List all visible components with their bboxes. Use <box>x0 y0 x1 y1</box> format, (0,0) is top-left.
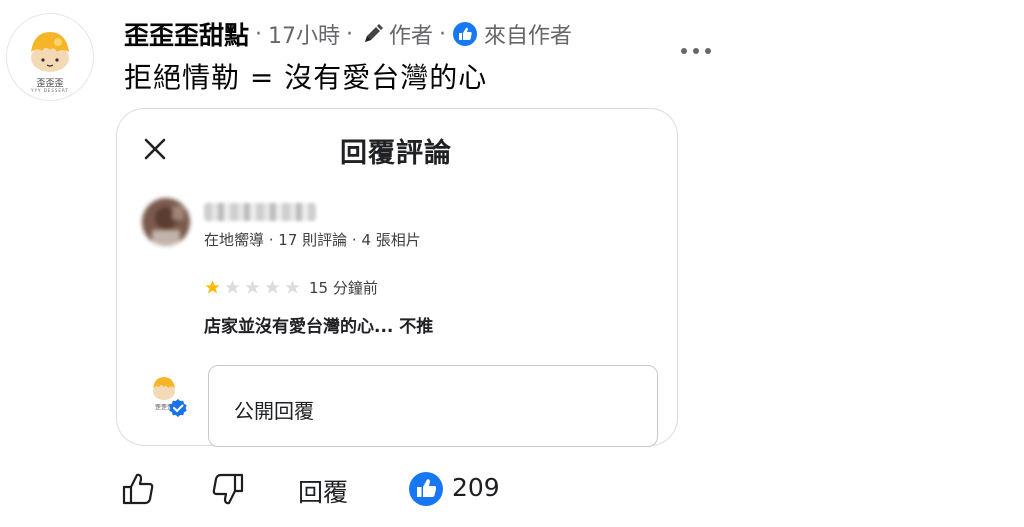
star-icon <box>205 280 220 294</box>
author-badge: 作者 <box>389 24 434 49</box>
review-time: 15 分鐘前 <box>309 279 378 297</box>
star-icon <box>265 280 280 294</box>
thumbs-up-outline-icon[interactable] <box>120 470 158 508</box>
blurred-avatar-icon <box>142 198 190 246</box>
review-text: 店家並沒有愛台灣的心... 不推 <box>204 317 434 337</box>
post-header: 歪歪歪甜點 · 17小時 · 作者 · 來自作者 <box>124 16 572 52</box>
liked-by-author-label: 來自作者 <box>484 24 573 49</box>
like-icon[interactable] <box>408 471 444 507</box>
reply-button[interactable]: 回覆 <box>298 473 348 509</box>
separator-dot: · <box>255 21 263 47</box>
verified-icon <box>169 399 187 417</box>
separator-dot: · <box>346 21 354 47</box>
pen-icon <box>365 24 384 42</box>
more-icon[interactable] <box>676 38 716 64</box>
reply-placeholder: 公開回覆 <box>234 399 314 423</box>
page-name[interactable]: 歪歪歪甜點 <box>124 16 249 52</box>
separator-dot: · <box>439 21 447 47</box>
thumbs-down-outline-icon[interactable] <box>208 470 246 508</box>
star-rating <box>204 279 301 296</box>
star-icon <box>245 280 260 294</box>
reaction-count[interactable]: 209 <box>452 473 500 502</box>
page-avatar[interactable]: 歪歪歪 YYY DESSERT <box>6 13 94 101</box>
post-text: 拒絕情勒 = 沒有愛台灣的心 <box>124 61 488 94</box>
logo-subtext: YYY DESSERT <box>31 88 69 93</box>
star-icon <box>225 280 240 294</box>
reviewer-name-blurred[interactable] <box>204 203 316 221</box>
dialog-title: 回覆評論 <box>340 138 452 169</box>
reviewer-meta: 在地嚮導 · 17 則評論 · 4 張相片 <box>204 231 421 249</box>
star-icon <box>285 280 300 294</box>
close-icon[interactable] <box>140 134 170 164</box>
reviewer-avatar[interactable] <box>142 198 190 246</box>
like-icon <box>453 22 478 46</box>
post-time[interactable]: 17小時 <box>268 18 340 50</box>
